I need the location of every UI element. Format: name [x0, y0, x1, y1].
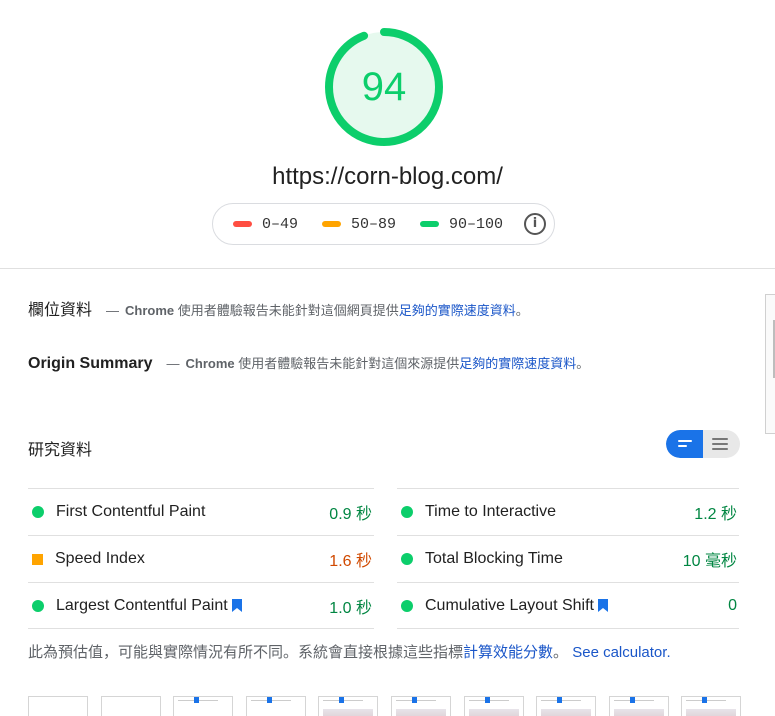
metric-name-wrap: Cumulative Layout Shift: [425, 597, 608, 615]
legend-pass: 90–100: [420, 216, 503, 233]
field-data-link[interactable]: 足夠的實際速度資料: [399, 303, 516, 318]
frame-hero-image: [686, 709, 737, 716]
frame-accent: [266, 697, 272, 703]
metric-speed-index: Speed Index 1.6 秒: [28, 535, 374, 582]
field-data-section: 欄位資料 — Chrome 使用者體驗報告未能針對這個網頁提供足夠的實際速度資料。: [28, 296, 529, 320]
frame-hero-image: [613, 709, 664, 716]
origin-summary-title: Origin Summary: [28, 355, 153, 372]
see-calculator-link[interactable]: See calculator.: [572, 644, 670, 661]
metric-first-contentful-paint: First Contentful Paint 0.9 秒: [28, 488, 374, 535]
bookmark-icon[interactable]: [597, 599, 608, 612]
metric-value: 0.9 秒: [329, 506, 372, 523]
field-data-dash: —: [106, 303, 120, 318]
metric-name-wrap: Largest Contentful Paint: [56, 597, 242, 615]
legend-average-bar: [322, 221, 342, 227]
filmstrip-frame: [390, 696, 451, 716]
frame-accent: [339, 697, 345, 703]
field-data-text: 使用者體驗報告未能針對這個網頁提供: [174, 303, 399, 318]
metric-value: 1.2 秒: [694, 506, 737, 523]
legend-fail-label: 0–49: [262, 215, 299, 233]
page-url: https://corn-blog.com/: [272, 163, 503, 190]
compact-view-icon-line: [678, 445, 687, 447]
pass-circle-icon: [32, 506, 44, 518]
expanded-view-icon-line: [712, 448, 728, 450]
filmstrip: [28, 696, 754, 716]
metric-name: Total Blocking Time: [425, 550, 563, 567]
metric-name: Largest Contentful Paint: [56, 596, 228, 614]
filmstrip-frame: [245, 696, 306, 716]
frame-hero-image: [395, 709, 446, 716]
field-data-title: 欄位資料: [28, 302, 93, 319]
footnote-end: 。: [553, 644, 569, 661]
origin-summary-chrome: Chrome: [185, 356, 235, 371]
frame-hero-image: [323, 709, 374, 716]
legend-average: 50–89: [322, 216, 396, 233]
legend-pass-bar: [420, 221, 440, 227]
metric-value: 1.6 秒: [329, 553, 372, 570]
filmstrip-frame: [536, 696, 597, 716]
bookmark-icon[interactable]: [231, 599, 242, 612]
pass-circle-icon: [401, 599, 413, 612]
field-data-end: 。: [515, 303, 529, 318]
frame-accent: [484, 697, 490, 703]
field-data-description: — Chrome 使用者體驗報告未能針對這個網頁提供足夠的實際速度資料。: [106, 300, 529, 319]
legend-pass-label: 90–100: [449, 215, 504, 233]
filmstrip-frame: [28, 696, 88, 716]
frame-hero-image: [468, 709, 519, 716]
estimate-footnote: 此為預估值，可能與實際情況有所不同。系統會直接根據這些指標計算效能分數。 See…: [28, 641, 671, 662]
metric-name: First Contentful Paint: [56, 503, 206, 520]
filmstrip-frame: [681, 696, 742, 716]
origin-summary-dash: —: [166, 356, 180, 371]
lab-data-title: 研究資料: [28, 442, 93, 459]
filmstrip-frame: [173, 696, 234, 716]
frame-hero-image: [541, 709, 592, 716]
metric-name: Speed Index: [55, 550, 145, 567]
score-legend: 0–49 50–89 90–100 i: [212, 203, 555, 245]
section-divider: [0, 268, 775, 269]
filmstrip-frame: [318, 696, 379, 716]
metric-cumulative-layout-shift: Cumulative Layout Shift 0: [397, 582, 739, 629]
origin-summary-text: 使用者體驗報告未能針對這個來源提供: [234, 356, 460, 371]
pass-circle-icon: [401, 506, 413, 518]
metric-name: Cumulative Layout Shift: [425, 596, 594, 614]
expanded-view-icon[interactable]: [712, 438, 728, 440]
metric-name: Time to Interactive: [425, 503, 557, 520]
field-data-chrome: Chrome: [125, 303, 175, 318]
legend-fail-bar: [233, 221, 252, 227]
footnote-text: 此為預估值，可能與實際情況有所不同。系統會直接根據這些指標: [28, 644, 464, 661]
metric-value: 1.0 秒: [329, 599, 372, 617]
compact-view-icon: [678, 440, 692, 442]
metric-value: 0: [728, 596, 737, 614]
pass-circle-icon: [401, 553, 413, 565]
filmstrip-frame: [463, 696, 524, 716]
metric-largest-contentful-paint: Largest Contentful Paint 1.0 秒: [28, 582, 374, 629]
filmstrip-frame: [608, 696, 669, 716]
frame-accent: [557, 697, 563, 703]
origin-summary-section: Origin Summary — Chrome 使用者體驗報告未能針對這個來源提供…: [28, 353, 589, 373]
performance-score: 94: [361, 65, 407, 109]
info-icon[interactable]: i: [524, 213, 546, 235]
pass-circle-icon: [32, 599, 44, 612]
metric-time-to-interactive: Time to Interactive 1.2 秒: [397, 488, 739, 535]
origin-summary-end: 。: [576, 356, 590, 371]
average-square-icon: [32, 553, 43, 565]
score-calculation-link[interactable]: 計算效能分數: [463, 644, 553, 661]
frame-accent: [629, 697, 635, 703]
metric-value: 10 毫秒: [682, 553, 737, 570]
origin-summary-description: — Chrome 使用者體驗報告未能針對這個來源提供足夠的實際速度資料。: [166, 353, 589, 372]
legend-fail: 0–49: [233, 216, 298, 233]
performance-score-gauge: 94: [323, 26, 445, 148]
metrics-column-right: Time to Interactive 1.2 秒 Total Blocking…: [397, 488, 739, 629]
metrics-column-left: First Contentful Paint 0.9 秒 Speed Index…: [28, 488, 374, 629]
frame-accent: [411, 697, 417, 703]
compact-view-button[interactable]: [666, 430, 703, 458]
origin-summary-link[interactable]: 足夠的實際速度資料: [459, 356, 576, 371]
expanded-view-icon-line: [712, 443, 728, 445]
metric-total-blocking-time: Total Blocking Time 10 毫秒: [397, 535, 739, 582]
filmstrip-frame: [100, 696, 161, 716]
frame-accent: [194, 697, 200, 703]
legend-average-label: 50–89: [351, 215, 397, 233]
metrics-view-toggle[interactable]: [666, 430, 740, 458]
frame-accent: [702, 697, 708, 703]
